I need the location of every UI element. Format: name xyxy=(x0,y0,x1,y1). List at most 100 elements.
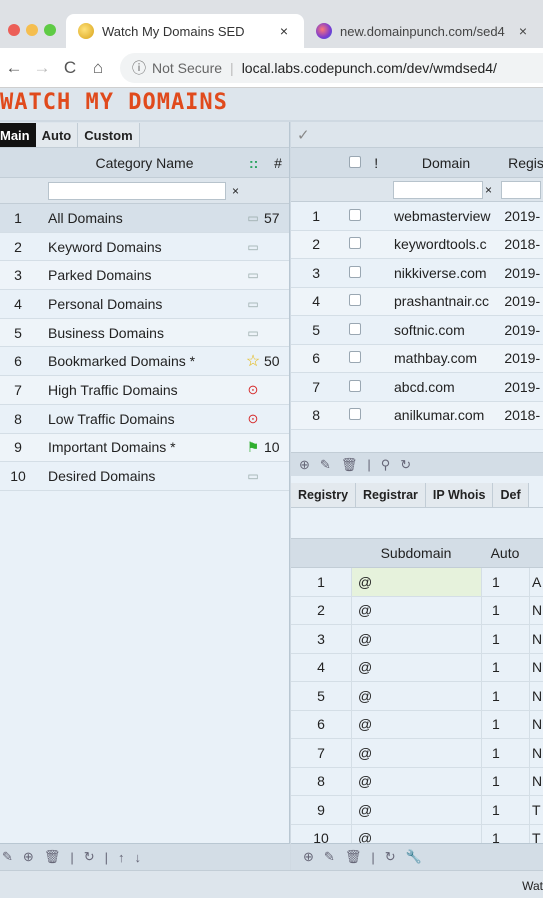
minimize-window-button[interactable] xyxy=(26,24,38,36)
category-row[interactable]: 9 Important Domains * ⚑ 10 xyxy=(0,433,289,463)
tab-ip-whois[interactable]: IP Whois xyxy=(425,483,494,507)
app-logo: WATCH MY DOMAINS xyxy=(0,90,228,115)
domain-row[interactable]: 5 softnic.com 2019- xyxy=(291,316,543,345)
subdomain-column-header[interactable]: Subdomain xyxy=(351,545,481,561)
drag-handle-icon[interactable]: :: xyxy=(249,155,267,171)
delete-icon[interactable]: 🗑 xyxy=(341,457,358,473)
tab-auto[interactable]: Auto xyxy=(35,123,79,147)
edit-icon[interactable]: ✎ xyxy=(324,849,335,865)
subdomain-row[interactable]: 9 @1 T xyxy=(291,796,543,825)
row-checkbox[interactable] xyxy=(349,322,364,338)
category-row[interactable]: 3 Parked Domains ▭ xyxy=(0,261,289,291)
tab-close-icon[interactable]: × xyxy=(276,23,292,39)
category-row[interactable]: 6 Bookmarked Domains * ☆ 50 xyxy=(0,347,289,377)
move-up-icon[interactable]: ↑ xyxy=(118,850,125,865)
subdomain-row[interactable]: 1 @1 A xyxy=(291,568,543,597)
subdomain-row[interactable]: 4 @1 N xyxy=(291,653,543,682)
row-number: 4 xyxy=(14,295,22,312)
domain-row[interactable]: 4 prashantnair.cc 2019- xyxy=(291,287,543,316)
domain-filter-row: × xyxy=(291,178,543,202)
category-name-header[interactable]: Category Name xyxy=(0,155,249,171)
category-row[interactable]: 7 High Traffic Domains ⊙ xyxy=(0,376,289,405)
registry-filter-input[interactable] xyxy=(501,180,541,199)
move-down-icon[interactable]: ↓ xyxy=(135,850,142,865)
subdomain-row[interactable]: 6 @1 N xyxy=(291,710,543,739)
category-filter-input[interactable] xyxy=(48,181,226,200)
category-row[interactable]: 1 All Domains ▭ 57 xyxy=(0,204,289,233)
edit-icon[interactable]: ✎ xyxy=(320,457,331,473)
tab-default[interactable]: Def xyxy=(493,483,529,507)
row-checkbox[interactable] xyxy=(349,208,364,224)
row-number: 6 xyxy=(14,353,22,370)
subdomain-toolbar: ⊕ ✎ 🗑 | ↻ 🔧 xyxy=(291,843,543,870)
back-arrow-icon[interactable]: ← xyxy=(0,58,28,78)
tab-registrar[interactable]: Registrar xyxy=(356,483,426,507)
subdomain-row[interactable]: 7 @1 N xyxy=(291,739,543,768)
refresh-icon[interactable]: ↻ xyxy=(400,457,411,473)
subdomain-row[interactable]: 3 @1 N xyxy=(291,625,543,654)
domain-row[interactable]: 1 webmasterview 2019- xyxy=(291,202,543,231)
forward-arrow-icon[interactable]: → xyxy=(28,58,56,78)
category-name: Bookmarked Domains * xyxy=(48,353,196,370)
reload-icon[interactable]: C xyxy=(56,58,84,78)
category-row[interactable]: 5 Business Domains ▭ xyxy=(0,318,289,348)
category-row[interactable]: 2 Keyword Domains ▭ xyxy=(0,233,289,262)
browser-tab-active[interactable]: Watch My Domains SED × xyxy=(66,14,304,48)
refresh-icon[interactable]: ↻ xyxy=(84,849,95,865)
clear-filter-icon[interactable]: × xyxy=(483,183,501,197)
category-name: All Domains xyxy=(48,209,123,226)
row-checkbox[interactable] xyxy=(349,265,364,281)
domain-filter-input[interactable] xyxy=(393,180,483,199)
close-window-button[interactable] xyxy=(8,24,20,36)
domain-row[interactable]: 2 keywordtools.c 2018- xyxy=(291,230,543,259)
category-row[interactable]: 10 Desired Domains ▭ xyxy=(0,462,289,491)
domain-row[interactable]: 3 nikkiverse.com 2019- xyxy=(291,259,543,288)
app-header: WATCH MY DOMAINS xyxy=(0,88,543,120)
detail-tabs: Registry Registrar IP Whois Def xyxy=(291,483,543,508)
category-row[interactable]: 4 Personal Domains ▭ xyxy=(0,290,289,319)
count-header[interactable]: # xyxy=(267,155,289,171)
tab-custom[interactable]: Custom xyxy=(78,123,140,147)
delete-icon[interactable]: 🗑 xyxy=(44,849,61,865)
edit-icon[interactable]: ✎ xyxy=(2,849,13,865)
domain-row[interactable]: 7 abcd.com 2019- xyxy=(291,373,543,402)
domain-row[interactable]: 6 mathbay.com 2019- xyxy=(291,344,543,373)
row-checkbox[interactable] xyxy=(349,379,364,395)
add-icon[interactable]: ⊕ xyxy=(23,849,34,865)
subdomain-row[interactable]: 2 @1 N xyxy=(291,596,543,625)
registry-cell: 2019- xyxy=(504,350,541,367)
clear-filter-icon[interactable]: × xyxy=(232,184,239,198)
checkmark-icon[interactable]: ✓ xyxy=(297,126,310,144)
info-icon[interactable]: ⓘ xyxy=(132,58,146,78)
row-checkbox[interactable] xyxy=(349,407,364,423)
auto-cell: 1 xyxy=(481,682,529,710)
search-icon[interactable]: ⚲ xyxy=(381,457,391,473)
category-count: 57 xyxy=(264,209,280,226)
row-checkbox[interactable] xyxy=(349,236,364,252)
tab-close-icon[interactable]: × xyxy=(515,23,531,39)
delete-icon[interactable]: 🗑 xyxy=(345,849,362,865)
tab-main[interactable]: Main xyxy=(0,123,36,147)
address-bar[interactable]: ⓘ Not Secure | local.labs.codepunch.com/… xyxy=(120,52,543,83)
domain-row[interactable]: 8 anilkumar.com 2018- xyxy=(291,401,543,430)
row-checkbox[interactable] xyxy=(349,293,364,309)
tab-registry[interactable]: Registry xyxy=(291,483,357,507)
auto-column-header[interactable]: Auto xyxy=(481,545,529,561)
refresh-icon[interactable]: ↻ xyxy=(385,849,396,865)
domain-column-header[interactable]: Domain xyxy=(388,155,504,171)
wrench-icon[interactable]: 🔧 xyxy=(406,849,422,865)
home-icon[interactable]: ⌂ xyxy=(84,58,112,78)
subdomain-row[interactable]: 8 @1 N xyxy=(291,767,543,796)
select-all-checkbox[interactable] xyxy=(349,155,365,171)
row-checkbox[interactable] xyxy=(349,350,364,366)
row-number: 7 xyxy=(317,744,325,761)
add-icon[interactable]: ⊕ xyxy=(299,457,310,473)
browser-tab[interactable]: new.domainpunch.com/sed4 × xyxy=(306,14,543,48)
maximize-window-button[interactable] xyxy=(44,24,56,36)
subdomain-row[interactable]: 5 @1 N xyxy=(291,682,543,711)
flag-column-header[interactable]: ! xyxy=(365,155,388,171)
row-number: 7 xyxy=(312,378,321,395)
add-icon[interactable]: ⊕ xyxy=(303,849,314,865)
category-row[interactable]: 8 Low Traffic Domains ⊙ xyxy=(0,405,289,434)
registry-column-header[interactable]: Regist xyxy=(504,155,543,171)
